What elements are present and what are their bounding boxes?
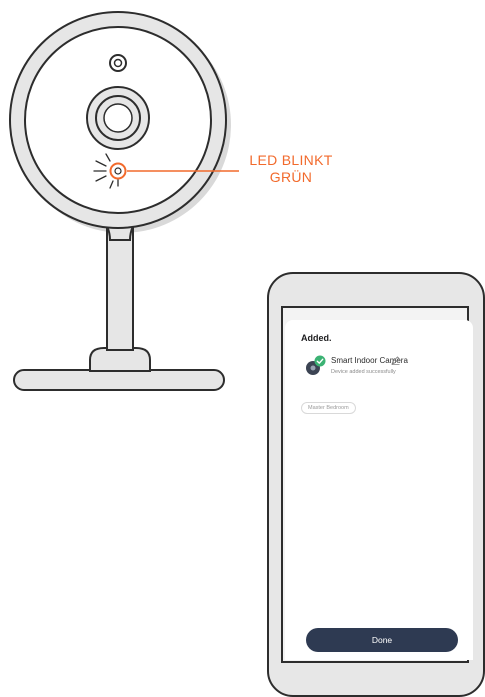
- callout-line-1: LED BLINKT: [249, 152, 333, 168]
- page-title: Added.: [301, 333, 332, 343]
- edit-pencil-icon[interactable]: [391, 356, 400, 365]
- done-button[interactable]: Done: [306, 628, 458, 652]
- callout-line-2: GRÜN: [269, 169, 313, 185]
- room-chip[interactable]: Master Bedroom: [301, 402, 356, 414]
- led-callout-label: LED BLINKT GRÜN: [236, 152, 346, 186]
- success-check-icon: [314, 355, 326, 367]
- camera-device-icon: [306, 355, 326, 375]
- device-status: Device added successfully: [331, 369, 396, 375]
